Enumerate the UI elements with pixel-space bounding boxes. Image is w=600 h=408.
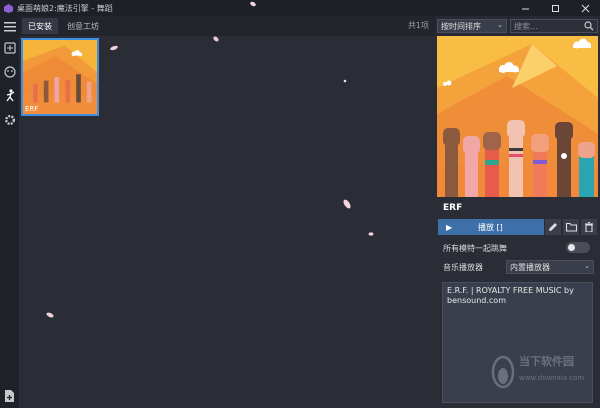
- window-title: 桌面萌娘2:魔法引擎 - 舞蹈: [17, 3, 113, 13]
- search-placeholder: 搜索...: [514, 21, 538, 31]
- petal-decoration: [110, 45, 118, 51]
- menu-icon: [3, 22, 16, 32]
- import-icon: [3, 41, 16, 54]
- petal-decoration: [343, 199, 351, 209]
- search-input[interactable]: 搜索...: [510, 19, 598, 33]
- play-icon: ▶: [446, 222, 453, 232]
- wallpaper-grid: ERF: [19, 1, 435, 408]
- dance-together-toggle[interactable]: [566, 242, 590, 253]
- petal-decoration: [46, 312, 54, 318]
- character-button[interactable]: [3, 65, 16, 78]
- music-player-label: 音乐播放器: [443, 263, 483, 272]
- petal-decoration: [343, 79, 347, 83]
- left-sidebar: [0, 16, 19, 408]
- open-folder-button[interactable]: [563, 219, 579, 235]
- item-count: 共1项: [407, 21, 429, 30]
- watermark-text: 当下软件园: [519, 355, 574, 368]
- petal-decoration: [213, 36, 219, 42]
- chevron-down-icon: ⌄: [584, 262, 590, 270]
- wallpaper-item-label: ERF: [25, 105, 39, 113]
- tab-workshop[interactable]: 创意工坊: [61, 18, 105, 34]
- wallpaper-title: ERF: [443, 203, 463, 213]
- preview-artwork: [437, 36, 598, 197]
- minimize-button[interactable]: [510, 0, 540, 16]
- menu-button[interactable]: [3, 20, 16, 33]
- tab-bar: 已安装 创意工坊 共1项: [19, 16, 435, 36]
- detail-panel: ERF ▶ 播放 [] 所有模特一起跳舞 音乐播放器 内置播放器 ⌄ E.R.F…: [435, 36, 600, 408]
- pencil-icon: [549, 223, 557, 231]
- add-file-icon: [5, 389, 14, 402]
- settings-button[interactable]: [3, 113, 16, 126]
- close-button[interactable]: [570, 0, 600, 16]
- delete-button[interactable]: [581, 219, 597, 235]
- watermark-logo-icon: [491, 355, 515, 389]
- wallpaper-thumbnail: [23, 40, 97, 114]
- description-box[interactable]: E.R.F. | ROYALTY FREE MUSIC by bensound.…: [442, 282, 593, 403]
- trash-icon: [585, 222, 593, 232]
- petal-decoration: [368, 232, 374, 236]
- close-icon: [581, 4, 589, 12]
- play-button-label: 播放 []: [478, 222, 503, 232]
- music-player-select[interactable]: 内置播放器 ⌄: [506, 260, 594, 274]
- add-file-button[interactable]: [3, 389, 16, 402]
- wallpaper-item[interactable]: ERF: [21, 38, 99, 116]
- edit-button[interactable]: [545, 219, 561, 235]
- face-icon: [3, 65, 16, 78]
- description-text: E.R.F. | ROYALTY FREE MUSIC by bensound.…: [447, 286, 574, 305]
- petal-decoration: [250, 1, 256, 7]
- play-button[interactable]: ▶ 播放 []: [438, 219, 544, 235]
- wallpaper-preview: [437, 36, 598, 197]
- search-icon[interactable]: [584, 21, 594, 31]
- chevron-down-icon: ⌄: [497, 21, 503, 29]
- dance-button[interactable]: [3, 89, 16, 102]
- app-logo-icon: [4, 3, 13, 13]
- title-bar: 桌面萌娘2:魔法引擎 - 舞蹈: [0, 0, 600, 16]
- sort-select[interactable]: 按时间排序 ⌄: [437, 19, 507, 33]
- watermark-url: www.downxia.com: [519, 374, 585, 382]
- dance-together-label: 所有模特一起跳舞: [443, 244, 507, 253]
- import-button[interactable]: [3, 41, 16, 54]
- watermark: 当下软件园 www.downxia.com: [491, 355, 591, 395]
- minimize-icon: [521, 8, 529, 9]
- music-player-value: 内置播放器: [510, 262, 550, 272]
- maximize-button[interactable]: [540, 0, 570, 16]
- settings-icon: [4, 114, 15, 125]
- tab-installed[interactable]: 已安装: [22, 18, 58, 34]
- dance-icon: [5, 89, 14, 102]
- maximize-icon: [551, 4, 559, 12]
- folder-icon: [565, 222, 577, 232]
- toggle-knob: [568, 244, 575, 251]
- sort-select-value: 按时间排序: [441, 21, 481, 31]
